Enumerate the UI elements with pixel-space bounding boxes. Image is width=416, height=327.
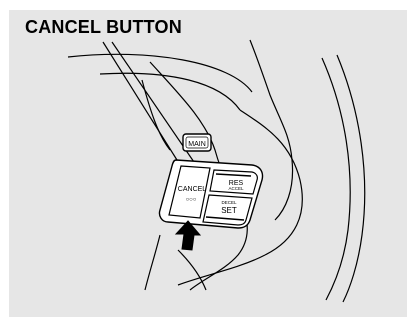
steering-wheel-illustration: MAIN CANCEL ○○○ RES ACCEL DECEL SET <box>67 39 366 303</box>
wheel-rim-top-inner <box>99 72 241 111</box>
wheel-spoke-lower <box>177 254 266 286</box>
figure-frame: CANCEL BUTTON MAIN CANCEL ○○○ RES ACCEL … <box>0 0 416 327</box>
wheel-spoke-inner-edge <box>141 79 171 151</box>
main-button[interactable]: MAIN <box>182 133 212 152</box>
decel-set-switch[interactable]: DECEL SET <box>202 194 253 226</box>
main-button-label: MAIN <box>188 141 206 148</box>
leader-line-left <box>102 41 183 169</box>
cancel-button-label: CANCEL <box>178 186 207 193</box>
decel-label: DECEL <box>221 200 237 205</box>
set-label: SET <box>221 206 237 215</box>
res-accel-switch[interactable]: RES ACCEL <box>209 169 258 195</box>
cancel-button-dots: ○○○ <box>186 197 197 203</box>
accel-label: ACCEL <box>228 186 244 191</box>
wheel-lower-left-edge <box>144 234 161 291</box>
wheel-rim-right-a <box>321 57 351 301</box>
arrow-up-icon <box>174 220 202 251</box>
